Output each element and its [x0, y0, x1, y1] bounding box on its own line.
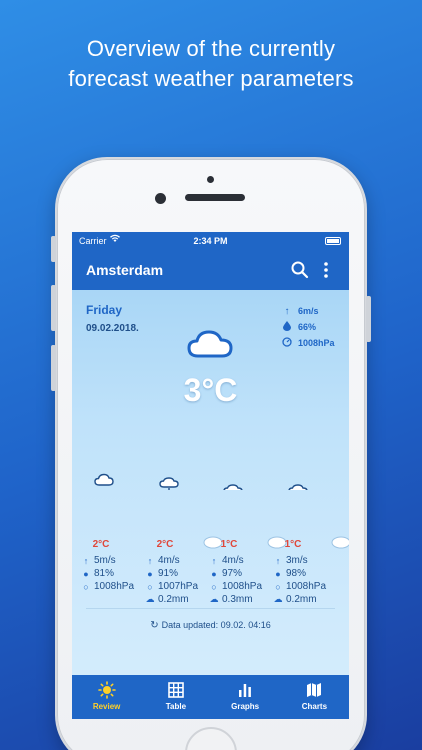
promo-headline: Overview of the currently forecast weath…	[0, 34, 422, 94]
pressure-gauge-icon	[280, 336, 294, 350]
precipitation-icon: ☁	[209, 594, 219, 604]
forecast-wind: 3m/s	[286, 555, 308, 566]
forecast-pressure: 1008hPa	[94, 581, 135, 592]
forecast-column: 2°C ↑ 4m/s ● 91% ○ 1007hPa ☁ 0.2mm	[145, 539, 209, 606]
forecast-humidity: 81%	[94, 568, 115, 579]
table-icon	[168, 682, 184, 698]
humidity-drop-icon: ●	[211, 568, 217, 579]
tab-charts[interactable]: Charts	[280, 675, 349, 719]
precipitation-icon: ☁	[273, 594, 283, 604]
app-bar: Amsterdam	[72, 250, 349, 290]
wind-arrow-icon: ↑	[275, 555, 281, 566]
app-screen: Carrier 2:34 PM Amsterdam Friday 09.02.2…	[72, 232, 349, 719]
forecast-temp: 2°C	[156, 539, 174, 550]
volume-down-button	[51, 345, 56, 391]
tab-table[interactable]: Table	[141, 675, 210, 719]
forecast-wind: 5m/s	[94, 555, 116, 566]
forecast-column: 2°C ↑ 5m/s ● 81% ○ 1008hPa	[81, 539, 145, 593]
forecast-column: 1°C ↑ 4m/s ● 97% ○ 1008hPa ☁ 0.3mm	[209, 539, 273, 606]
more-menu-icon[interactable]	[322, 260, 330, 280]
wind-arrow-icon: ↑	[284, 305, 290, 317]
bar-chart-icon	[239, 684, 252, 697]
forecast-temp: 2°C	[92, 539, 110, 550]
city-title: Amsterdam	[86, 262, 164, 278]
current-wind: 6m/s	[298, 306, 319, 316]
cloud-icon	[187, 330, 233, 358]
forecast-precip: 0.3mm	[222, 594, 253, 605]
data-updated-label[interactable]: ↻ Data updated: 09.02. 04:16	[72, 620, 349, 631]
status-bar: Carrier 2:34 PM	[72, 232, 349, 250]
earpiece-speaker	[185, 194, 245, 201]
forecast-humidity: 98%	[286, 568, 307, 579]
current-temperature: 3°C	[183, 372, 238, 408]
refresh-icon[interactable]: ↻	[150, 620, 158, 631]
wind-arrow-icon: ↑	[211, 555, 217, 566]
proximity-sensor	[207, 176, 214, 183]
battery-icon	[325, 237, 341, 245]
status-time: 2:34 PM	[193, 236, 228, 246]
humidity-drop-icon: ●	[147, 568, 153, 579]
forecast-humidity: 97%	[222, 568, 243, 579]
forecast-column: 1°C ↑ 3m/s ● 98% ○ 1008hPa ☁ 0.2mm	[273, 539, 337, 606]
current-pressure: 1008hPa	[298, 338, 335, 348]
tab-graphs-label: Graphs	[231, 702, 260, 711]
forecast-pressure: 1008hPa	[286, 581, 327, 592]
data-updated-text: Data updated: 09.02. 04:16	[161, 620, 271, 630]
front-camera	[155, 193, 166, 204]
forecast-panel: 2°C ↑ 5m/s ● 81% ○ 1008hPa 2°C ↑ 4m/s ● 91% ○…	[72, 490, 349, 675]
forecast-wind: 4m/s	[158, 555, 180, 566]
forecast-pressure: 1007hPa	[158, 581, 199, 592]
tab-charts-label: Charts	[301, 702, 328, 711]
tab-table-label: Table	[165, 702, 187, 711]
pressure-gauge-icon: ○	[211, 581, 217, 592]
current-stats: ↑ 6m/s 66% 1008hPa	[280, 303, 335, 351]
precipitation-icon: ☁	[145, 594, 155, 604]
current-day: Friday	[86, 303, 123, 317]
forecast-precip: 0.2mm	[158, 594, 189, 605]
promo-headline-line1: Overview of the currently	[86, 36, 336, 61]
humidity-drop-icon: ●	[275, 568, 281, 579]
power-button	[366, 296, 371, 342]
wind-arrow-icon: ↑	[83, 555, 89, 566]
forecast-precip: 0.2mm	[286, 594, 317, 605]
search-icon[interactable]	[290, 260, 310, 280]
mute-switch	[51, 236, 56, 262]
promo-headline-line2: forecast weather parameters	[68, 66, 354, 91]
divider	[86, 608, 335, 609]
current-humidity: 66%	[298, 322, 317, 332]
humidity-drop-icon: ●	[83, 568, 89, 579]
wind-arrow-icon: ↑	[147, 555, 153, 566]
forecast-humidity: 91%	[158, 568, 179, 579]
pressure-gauge-icon: ○	[275, 581, 281, 592]
current-date: 09.02.2018.	[86, 323, 139, 334]
tab-review[interactable]: Review	[72, 675, 141, 719]
forecast-temp: 1°C	[220, 539, 238, 550]
humidity-drop-icon	[280, 320, 294, 334]
forecast-wind: 4m/s	[222, 555, 244, 566]
volume-up-button	[51, 285, 56, 331]
sun-icon	[97, 681, 116, 699]
tab-graphs[interactable]: Graphs	[211, 675, 280, 719]
pressure-gauge-icon: ○	[147, 581, 153, 592]
pressure-gauge-icon: ○	[83, 581, 89, 592]
map-icon	[307, 683, 322, 697]
forecast-temp: 1°C	[284, 539, 302, 550]
bottom-tab-bar: Review Table Graphs Charts	[72, 675, 349, 719]
tab-review-label: Review	[92, 702, 121, 711]
forecast-pressure: 1008hPa	[222, 581, 263, 592]
